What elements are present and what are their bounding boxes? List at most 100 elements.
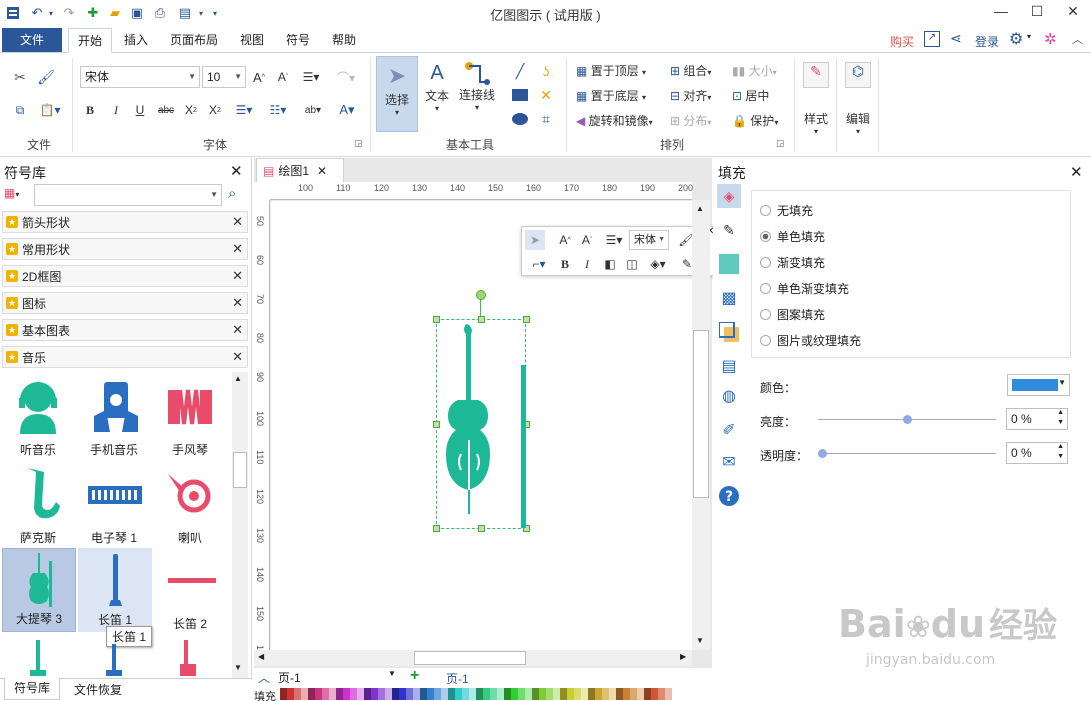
- font-dialog-launcher-icon[interactable]: ◲: [354, 138, 363, 149]
- scrollbar-thumb[interactable]: [233, 452, 247, 488]
- select-tool-button[interactable]: ➤ 选择 ▾: [376, 56, 418, 132]
- scroll-left-icon[interactable]: ◀: [258, 652, 264, 661]
- palette-swatch[interactable]: [588, 688, 595, 700]
- settings-icon[interactable]: ⚙: [1009, 29, 1023, 49]
- line-tool-icon[interactable]: ╱: [510, 62, 530, 80]
- palette-swatch[interactable]: [301, 688, 308, 700]
- scroll-down-icon[interactable]: ▼: [696, 636, 704, 645]
- page-tab-icon[interactable]: ▤: [717, 354, 741, 378]
- palette-swatch[interactable]: [357, 688, 364, 700]
- transparency-input[interactable]: 0 % ▲ ▼: [1006, 442, 1068, 464]
- strikethrough-icon[interactable]: abc: [156, 101, 176, 119]
- palette-swatch[interactable]: [644, 688, 651, 700]
- cut-icon[interactable]: ✂: [10, 67, 30, 87]
- shrink-font-icon[interactable]: Aˇ: [274, 68, 292, 86]
- category-icons[interactable]: ★ 图标 ✕: [2, 292, 248, 314]
- search-icon[interactable]: ⌕: [228, 185, 236, 202]
- add-page-icon[interactable]: +: [410, 667, 419, 685]
- color-palette[interactable]: [280, 688, 710, 700]
- transparency-slider-thumb[interactable]: [818, 449, 827, 458]
- close-icon[interactable]: ✕: [317, 164, 327, 178]
- line-spacing-icon[interactable]: ☰▾: [230, 101, 258, 119]
- connector-tool-button[interactable]: 连接线 ▾: [456, 56, 498, 132]
- brightness-input[interactable]: 0 % ▲ ▼: [1006, 408, 1068, 430]
- palette-swatch[interactable]: [595, 688, 602, 700]
- symbol-scrollbar[interactable]: [232, 372, 248, 678]
- palette-swatch[interactable]: [364, 688, 371, 700]
- category-music[interactable]: ★ 音乐 ✕: [2, 346, 248, 368]
- tab-file-recovery[interactable]: 文件恢复: [66, 681, 130, 698]
- palette-swatch[interactable]: [637, 688, 644, 700]
- palette-swatch[interactable]: [476, 688, 483, 700]
- bullets-icon[interactable]: ☷▾: [264, 101, 292, 119]
- group-button[interactable]: ⊞ 组合▾: [670, 62, 711, 79]
- float-connector-icon[interactable]: ⌐▾: [527, 255, 551, 273]
- rotate-mirror-button[interactable]: ◀ 旋转和镜像▾: [576, 112, 653, 129]
- brightness-slider-thumb[interactable]: [903, 415, 912, 424]
- category-2d-blocks[interactable]: ★ 2D框图 ✕: [2, 265, 248, 287]
- settings-dropdown-icon[interactable]: ▾: [1027, 32, 1031, 41]
- center-button[interactable]: ⊡ 居中: [732, 87, 769, 104]
- underline-icon[interactable]: U: [132, 101, 148, 119]
- float-bring-front-icon[interactable]: ◧: [601, 255, 619, 273]
- palette-swatch[interactable]: [560, 688, 567, 700]
- palette-swatch[interactable]: [490, 688, 497, 700]
- radio-no-fill[interactable]: 无填充: [760, 202, 813, 219]
- palette-swatch[interactable]: [280, 688, 287, 700]
- transparency-slider-track[interactable]: [818, 453, 996, 454]
- palette-swatch[interactable]: [427, 688, 434, 700]
- palette-swatch[interactable]: [630, 688, 637, 700]
- distribute-button[interactable]: ⊞ 分布▾: [670, 112, 711, 129]
- grow-font-icon[interactable]: A ^: [250, 68, 268, 86]
- ellipse-tool-icon[interactable]: [510, 110, 530, 128]
- palette-swatch[interactable]: [546, 688, 553, 700]
- close-icon[interactable]: ✕: [232, 268, 243, 284]
- close-icon[interactable]: ✕: [232, 349, 243, 365]
- symbol-horn[interactable]: 喇叭: [152, 462, 228, 550]
- palette-swatch[interactable]: [406, 688, 413, 700]
- help-tab-icon[interactable]: ?: [717, 484, 741, 508]
- bring-to-front-button[interactable]: ▦ 置于顶层 ▾: [576, 62, 646, 79]
- library-menu-icon[interactable]: ▦▾: [4, 186, 30, 204]
- palette-swatch[interactable]: [371, 688, 378, 700]
- palette-swatch[interactable]: [553, 688, 560, 700]
- spinner-icon[interactable]: ▲ ▼: [1057, 408, 1064, 428]
- arc-tool-icon[interactable]: ʖ: [536, 62, 556, 80]
- palette-swatch[interactable]: [504, 688, 511, 700]
- arrange-dialog-launcher-icon[interactable]: ◲: [776, 138, 785, 149]
- palette-swatch[interactable]: [574, 688, 581, 700]
- category-basic-charts[interactable]: ★ 基本图表 ✕: [2, 319, 248, 341]
- symbol-partial-2-icon[interactable]: [104, 644, 124, 679]
- palette-swatch[interactable]: [399, 688, 406, 700]
- symbol-saxophone[interactable]: 萨克斯: [0, 462, 76, 550]
- resize-handle-w[interactable]: [433, 421, 440, 428]
- font-color-icon[interactable]: A▾: [334, 101, 360, 119]
- doc-tab[interactable]: ▤ 绘图1 ✕: [256, 158, 344, 182]
- palette-swatch[interactable]: [581, 688, 588, 700]
- layer-tab-icon[interactable]: [717, 320, 741, 344]
- align-button[interactable]: ⊟ 对齐▾: [670, 87, 711, 104]
- share-box-icon[interactable]: ↗: [924, 31, 940, 47]
- float-shrink-font-icon[interactable]: Aˇ: [578, 231, 596, 249]
- paste-icon[interactable]: 📋▾: [36, 100, 64, 120]
- hyperlink-tab-icon[interactable]: ◍: [717, 384, 741, 408]
- radio-solid-fill[interactable]: 单色填充: [760, 228, 825, 245]
- file-menu-button[interactable]: 文件: [2, 28, 62, 52]
- float-italic-icon[interactable]: I: [580, 255, 594, 273]
- resize-handle-nw[interactable]: [433, 316, 440, 323]
- login-link[interactable]: 登录: [975, 33, 999, 50]
- send-to-back-button[interactable]: ▦ 置于底层 ▾: [576, 87, 646, 104]
- theme-icon[interactable]: ✲: [1044, 30, 1057, 48]
- format-painter-icon[interactable]: 🖌: [36, 67, 56, 87]
- symbol-cello-3[interactable]: 大提琴 3: [2, 548, 76, 632]
- palette-swatch[interactable]: [455, 688, 462, 700]
- image-tab-icon[interactable]: ▩: [717, 286, 741, 310]
- scroll-up-icon[interactable]: ▲: [234, 374, 242, 383]
- tab-home[interactable]: 开始: [68, 28, 112, 53]
- palette-swatch[interactable]: [385, 688, 392, 700]
- font-name-select[interactable]: 宋体 ▼: [80, 66, 200, 88]
- rotate-handle[interactable]: [476, 290, 486, 300]
- palette-swatch[interactable]: [469, 688, 476, 700]
- symbol-search-input[interactable]: ▼: [34, 184, 222, 206]
- text-highlight-icon[interactable]: ab▾: [298, 101, 328, 119]
